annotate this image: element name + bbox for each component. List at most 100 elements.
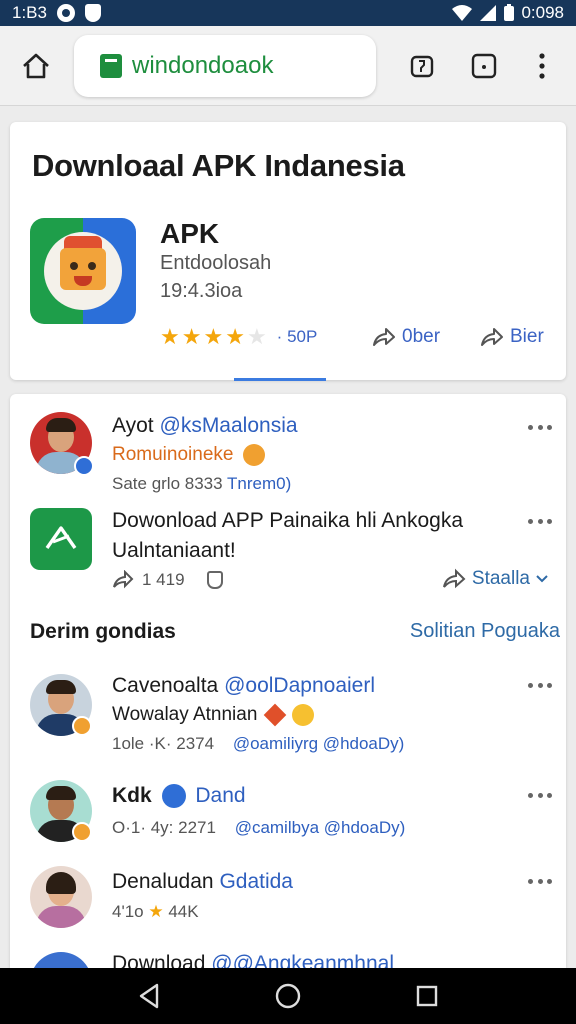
meta-handle[interactable]: @oamiliyrg @hdoaDy) xyxy=(233,734,405,753)
section-title: Derim gondias xyxy=(30,620,176,643)
star-icon: ★ xyxy=(160,324,180,349)
battery-icon xyxy=(504,4,515,21)
post-meta: O·1· 4y: 2271 @camilbya @hdoaDy) xyxy=(112,818,405,838)
app-name: APK xyxy=(160,218,220,249)
share-arrow-icon xyxy=(373,328,395,346)
post-stats: 1 419 xyxy=(112,570,223,590)
share-arrow-icon xyxy=(481,328,503,346)
home-button[interactable] xyxy=(14,44,58,88)
open-button[interactable]: 0ber xyxy=(372,326,440,348)
share-arrow-icon xyxy=(442,568,466,589)
recents-button[interactable] xyxy=(409,978,445,1014)
avatar-hair xyxy=(46,872,76,894)
list-item[interactable]: Dowonload APP Painaika hli Ankogka Ualnt… xyxy=(10,508,566,608)
author-handle[interactable]: Gdatida xyxy=(219,870,293,893)
post-author: Kdk Dand xyxy=(112,784,246,809)
star-empty-icon: ★ xyxy=(246,324,267,349)
app-developer: Entdoolosah xyxy=(160,252,272,274)
meta-handle[interactable]: @camilbya @hdoaDy) xyxy=(235,818,406,837)
more-options-button[interactable] xyxy=(528,788,552,802)
feed-card: Ayot @ksMaalonsia Romuinoineke Sate grlo… xyxy=(10,394,566,968)
author-handle[interactable]: @@Angkeanmhnal xyxy=(211,952,394,968)
avatar-hair xyxy=(46,680,76,694)
overflow-menu-button[interactable] xyxy=(522,46,562,86)
back-triangle-icon xyxy=(140,983,159,1009)
rating-row: ★ ★ ★ ★ ★ · 50P xyxy=(160,326,317,348)
emoji-face-icon xyxy=(291,704,314,726)
address-bar[interactable]: windondoaok xyxy=(74,34,376,97)
status-clock-right: 0:098 xyxy=(521,3,564,22)
shield-icon xyxy=(206,571,223,589)
extension-button[interactable] xyxy=(464,46,504,86)
list-item[interactable]: Cavenoalta @oolDapnoaierl Wowalay Atnnia… xyxy=(10,672,566,768)
meta-text: 4'1o xyxy=(112,902,144,921)
wifi-icon xyxy=(452,5,473,21)
verified-badge-icon xyxy=(161,784,186,809)
home-icon xyxy=(23,53,49,78)
avatar[interactable] xyxy=(30,952,92,968)
post-meta: Sate grlo 8333 Tnrem0) xyxy=(112,474,291,494)
meta-link[interactable]: Tnrem0) xyxy=(227,474,291,493)
subtitle-text: Romuinoineke xyxy=(112,444,234,466)
notification-icon xyxy=(56,4,75,22)
browser-toolbar: windondoaok xyxy=(0,26,576,106)
app-icon-eye-right xyxy=(88,262,96,270)
avatar-hair xyxy=(46,786,76,800)
section-link[interactable]: Solitian Poguaka xyxy=(410,620,560,643)
shield-icon xyxy=(84,4,101,22)
list-item[interactable]: Denaludan Gdatida 4'1o ★ 44K xyxy=(10,866,566,934)
post-title[interactable]: Dowonload APP Painaika hli Ankogka Ualnt… xyxy=(112,506,522,566)
app-icon[interactable] xyxy=(30,218,136,324)
author-name: Ayot xyxy=(112,414,154,437)
site-icon xyxy=(100,53,122,78)
status-bar: 1:B3 0:098 xyxy=(0,0,576,26)
author-name: Download xyxy=(112,952,206,968)
more-options-button[interactable] xyxy=(528,514,552,528)
author-handle[interactable]: @oolDapnoaierl xyxy=(224,674,375,697)
author-handle[interactable]: @ksMaalonsia xyxy=(160,414,298,437)
app-icon[interactable] xyxy=(30,508,92,570)
recents-square-icon xyxy=(416,985,437,1007)
post-meta: 4'1o ★ 44K xyxy=(112,902,199,922)
emoji-icon xyxy=(263,703,287,727)
meta-text: O·1· 4y: 2271 xyxy=(112,818,216,837)
avatar[interactable] xyxy=(30,866,92,928)
kebab-menu-icon xyxy=(539,52,545,79)
subtitle-text: Wowalay Atnnian xyxy=(112,704,258,726)
home-circle-icon xyxy=(275,983,301,1009)
list-item[interactable]: Download @@Angkeanmhnal xyxy=(10,948,566,968)
triangle-logo-icon xyxy=(45,526,77,549)
list-item[interactable]: Ayot @ksMaalonsia Romuinoineke Sate grlo… xyxy=(10,410,566,500)
share-label: Staalla xyxy=(471,568,530,589)
tab-switcher-button[interactable] xyxy=(402,46,442,86)
app-icon-eye-left xyxy=(70,262,78,270)
square-icon xyxy=(471,53,497,78)
back-button[interactable] xyxy=(131,978,167,1014)
more-options-button[interactable] xyxy=(528,678,552,692)
avatar-body xyxy=(36,906,86,928)
author-handle[interactable]: Dand xyxy=(195,784,245,807)
page-title: Downloaal APK Indanesia xyxy=(32,148,405,183)
meta-count: 44K xyxy=(168,902,199,921)
badge-icon xyxy=(72,716,92,736)
meta-text: 1ole ·K· 2374 xyxy=(112,734,215,753)
rating-value: · 50P xyxy=(276,327,318,346)
post-author: Cavenoalta @oolDapnoaierl xyxy=(112,674,375,698)
more-options-button[interactable] xyxy=(528,874,552,888)
list-item[interactable]: Kdk Dand O·1· 4y: 2271 @camilbya @hdoaDy… xyxy=(10,780,566,856)
avatar-hair xyxy=(46,418,76,432)
post-author: Denaludan Gdatida xyxy=(112,870,293,894)
star-icon: ★ xyxy=(181,324,202,349)
signal-icon xyxy=(480,5,497,21)
more-options-button[interactable] xyxy=(528,420,552,434)
share-button[interactable]: Staalla xyxy=(442,568,548,590)
url-text: windondoaok xyxy=(132,51,274,79)
home-nav-button[interactable] xyxy=(270,978,306,1014)
system-nav-bar xyxy=(0,968,576,1024)
status-time: 1:B3 xyxy=(12,3,47,22)
author-name: Kdk xyxy=(112,784,152,807)
author-name: Denaludan xyxy=(112,870,214,893)
tabs-icon xyxy=(410,55,434,77)
share-button[interactable]: Bier xyxy=(480,326,544,348)
post-author: Ayot @ksMaalonsia xyxy=(112,414,298,438)
